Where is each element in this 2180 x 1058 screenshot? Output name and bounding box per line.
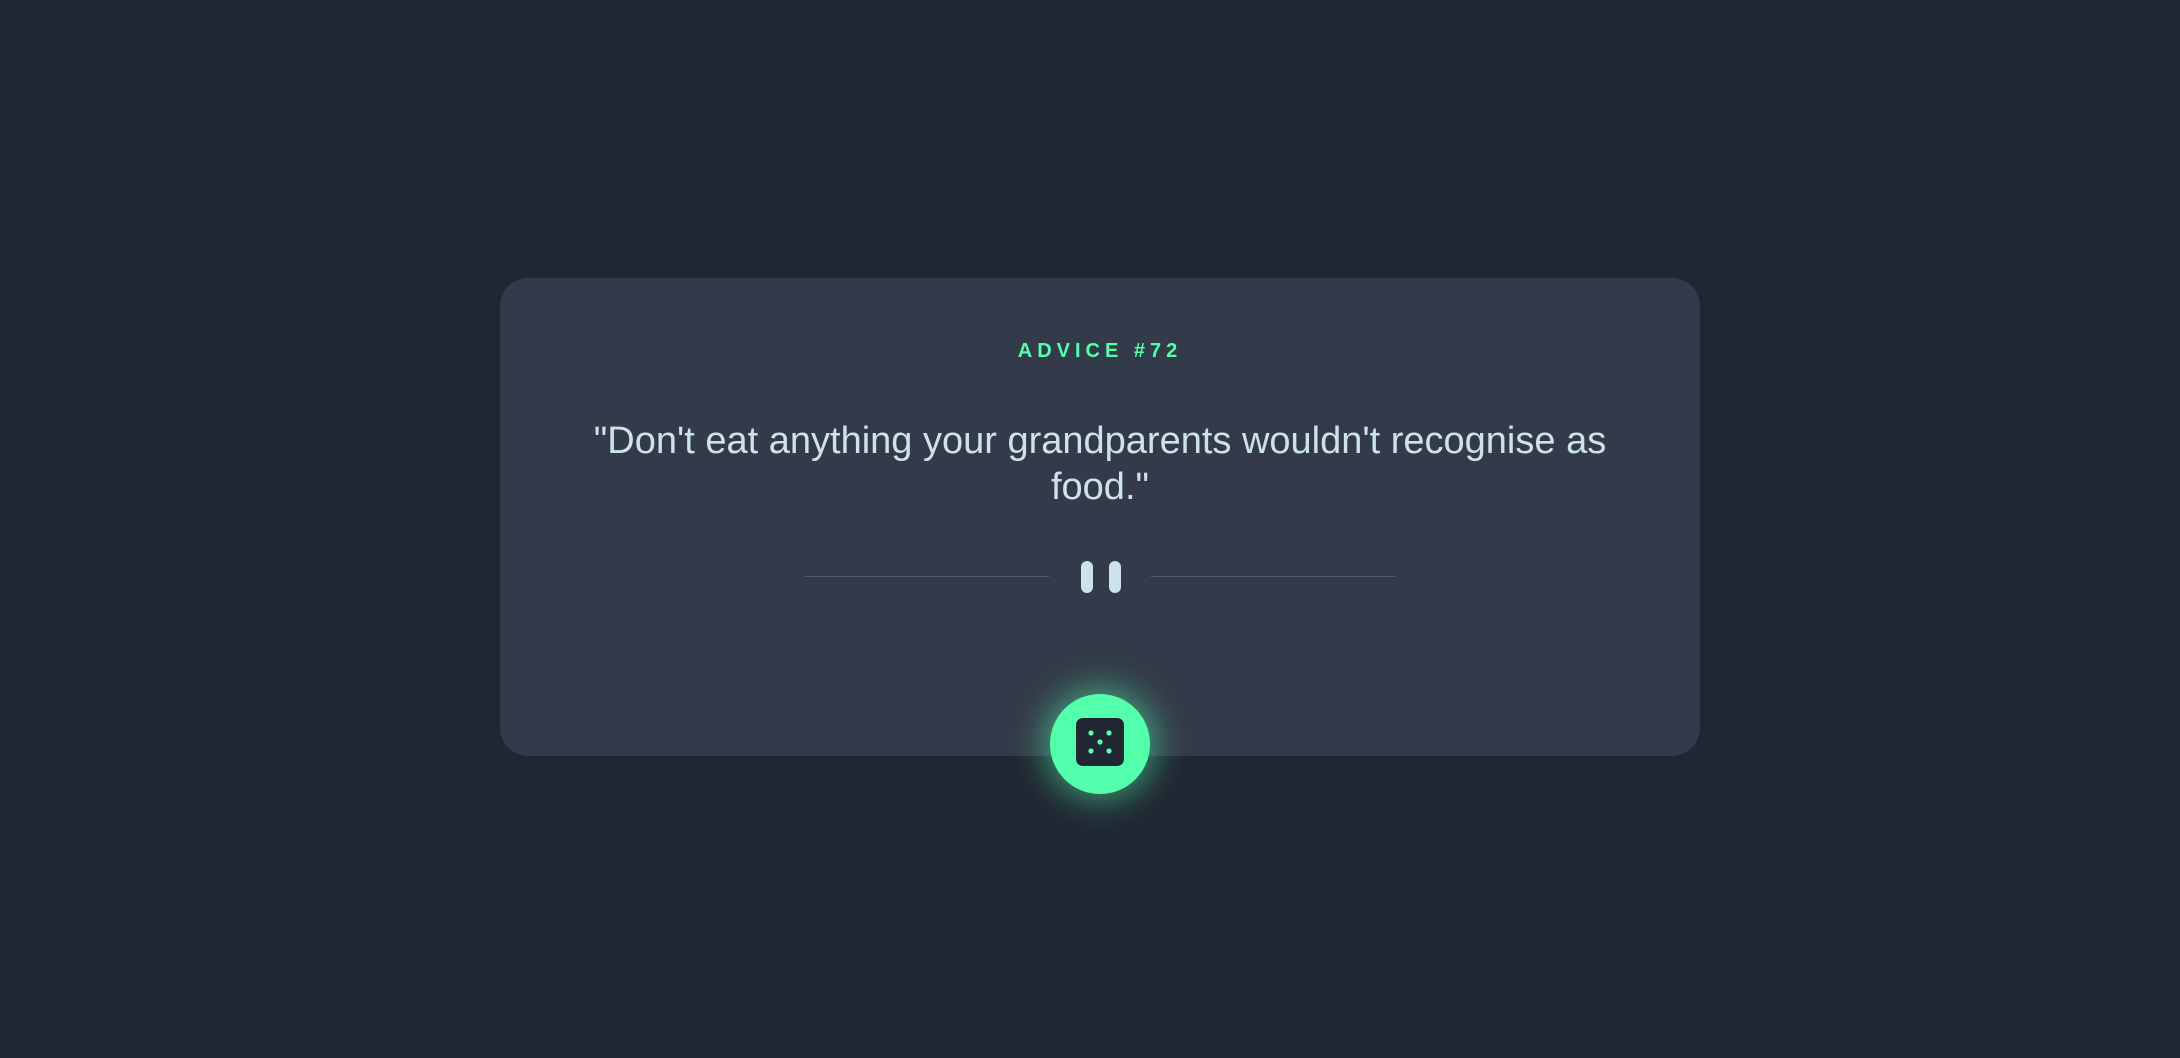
generate-advice-button[interactable] [1050,694,1150,794]
pause-bar-right [1109,561,1121,593]
divider-line-left [805,576,1049,577]
advice-quote: "Don't eat anything your grandparents wo… [593,420,1607,508]
pause-bar-left [1081,561,1093,593]
advice-card: ADVICE #72 "Don't eat anything your gran… [500,278,1700,756]
pause-icon [1081,560,1121,594]
divider-line-right [1151,576,1395,577]
dice-icon [1076,718,1124,766]
pattern-divider [500,560,1700,594]
advice-id: ADVICE #72 [1017,340,1183,362]
